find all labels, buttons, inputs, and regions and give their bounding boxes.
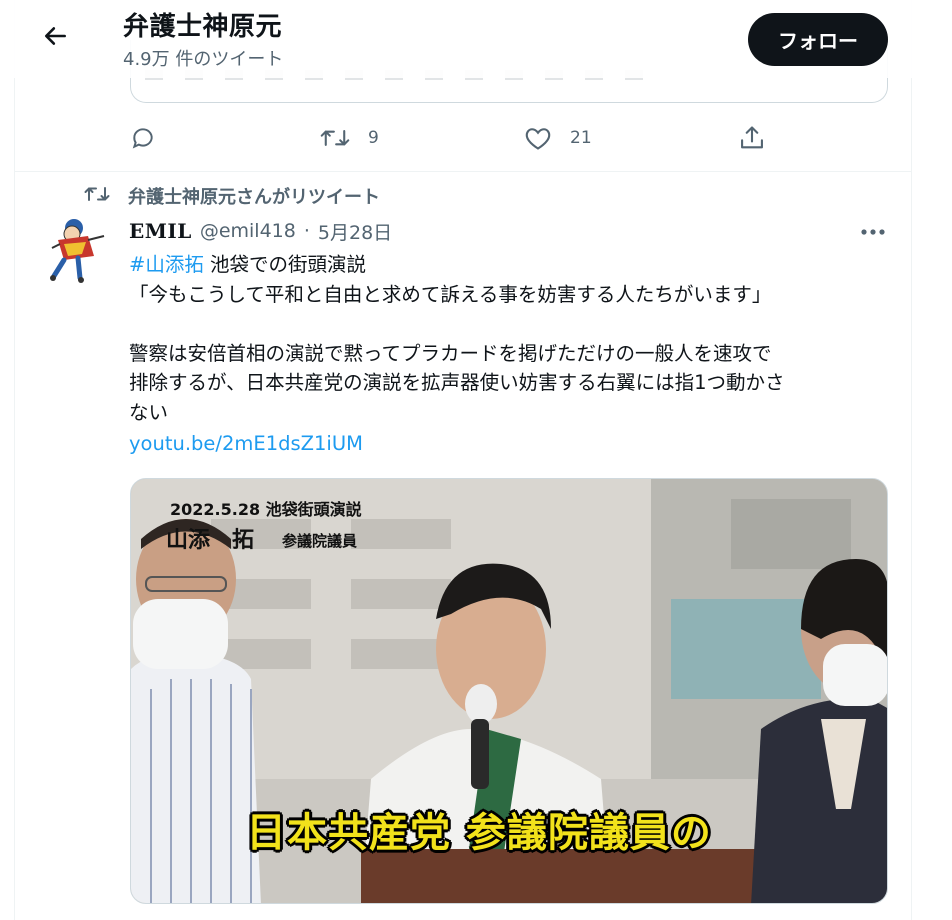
like-icon	[524, 125, 552, 151]
profile-name: 弁護士神原元	[123, 12, 283, 42]
retweet-icon	[84, 183, 110, 210]
tweet-text-line: 「今もこうして平和と自由と求めて訴える事を妨害する人たちがいます」	[129, 282, 772, 306]
avatar[interactable]	[44, 214, 108, 286]
more-icon	[860, 221, 886, 240]
share-button[interactable]	[738, 118, 766, 158]
display-name[interactable]: EMIL	[129, 219, 192, 243]
profile-header: 弁護士神原元 4.9万 件のツイート フォロー	[0, 0, 952, 78]
caption-name: 山添 拓	[166, 528, 255, 553]
retweet-context[interactable]: 弁護士神原元さんがリツイート	[84, 182, 380, 210]
like-count: 21	[570, 128, 592, 148]
like-button[interactable]: 21	[524, 118, 592, 158]
retweet-count: 9	[368, 128, 379, 148]
more-button[interactable]	[856, 216, 890, 244]
hashtag-link[interactable]: #山添拓	[129, 253, 204, 276]
reply-button[interactable]	[130, 118, 156, 158]
tweet-date[interactable]: 5月28日	[318, 218, 392, 245]
retweet-icon	[320, 125, 350, 151]
caption-role: 参議院議員	[282, 532, 358, 550]
tweet-divider	[14, 171, 912, 172]
previous-tweet-actions: 9 21	[0, 118, 952, 158]
back-button[interactable]	[38, 20, 74, 56]
follow-button[interactable]: フォロー	[748, 13, 888, 66]
share-icon	[738, 124, 766, 152]
retweet-context-label: 弁護士神原元さんがリツイート	[128, 187, 380, 208]
reply-icon	[130, 125, 156, 151]
tweet-text-line: 池袋での街頭演説	[203, 253, 367, 276]
handle[interactable]: @emil418	[200, 220, 296, 242]
tweet-text-line: 排除するが、日本共産党の演説を拡声器使い妨害する右翼には指1つ動かさ	[129, 371, 785, 394]
retweet-button[interactable]: 9	[320, 118, 379, 158]
youtube-link[interactable]: youtu.be/2mE1dsZ1iUM	[129, 430, 363, 458]
tweet-text-line: ない	[129, 400, 169, 424]
tweet-text-line: 警察は安倍首相の演説で黙ってプラカードを掲げただけの一般人を速攻で	[129, 341, 772, 365]
back-arrow-icon	[43, 23, 69, 53]
tweet-text: #山添拓 池袋での街頭演説 「今もこうして平和と自由と求めて訴える事を妨害する人…	[129, 250, 889, 427]
caption-date: 2022.5.28 池袋街頭演説	[170, 500, 362, 519]
video-subtitle: 日本共産党 参議院議員の	[246, 810, 712, 856]
tweet-meta: EMIL @emil418 · 5月28日	[129, 216, 392, 246]
tweet-count: 4.9万 件のツイート	[123, 49, 284, 70]
meta-separator: ·	[303, 220, 310, 242]
